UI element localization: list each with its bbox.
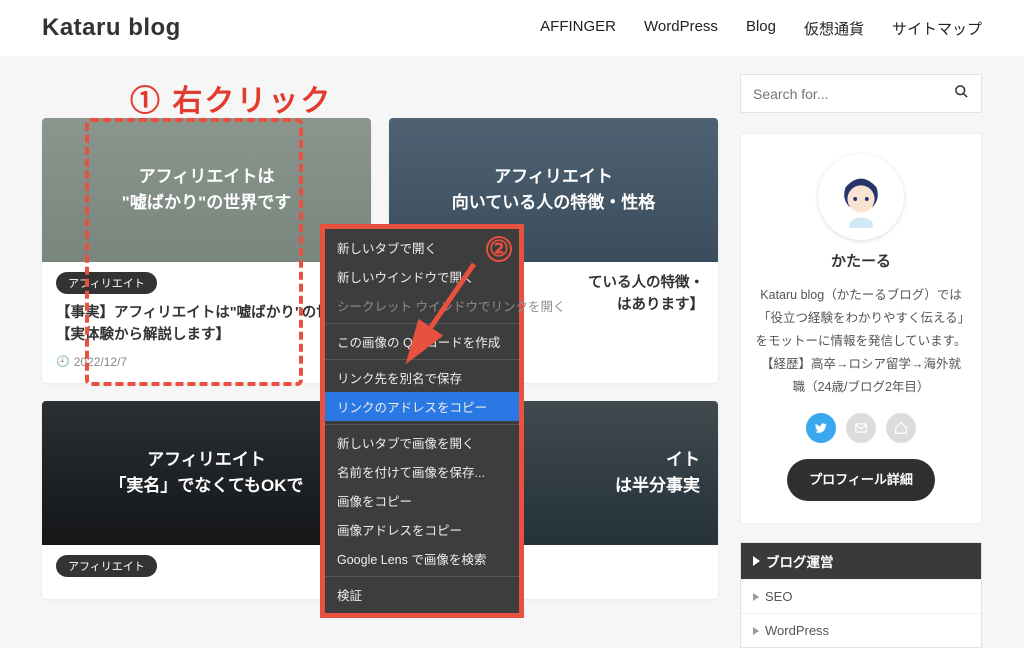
ctx-separator	[325, 424, 519, 425]
thumb-text: アフィリエイト	[147, 447, 266, 473]
profile-name: かたーる	[755, 248, 967, 276]
profile-bio: Kataru blog（かたーるブログ）では「役立つ経験をわかりやすく伝える」を…	[755, 284, 967, 400]
post-title-frag: はあります】	[617, 297, 704, 313]
search-icon[interactable]	[954, 84, 969, 103]
main-nav: AFFINGER WordPress Blog 仮想通貨 サイトマップ	[540, 18, 982, 39]
ctx-inspect[interactable]: 検証	[325, 580, 519, 609]
ctx-copy-link-address[interactable]: リンクのアドレスをコピー	[325, 392, 519, 421]
nav-item-affinger[interactable]: AFFINGER	[540, 18, 616, 39]
nav-item-sitemap[interactable]: サイトマップ	[892, 18, 982, 39]
post-title-frag: ている人の特徴・	[588, 275, 704, 291]
ctx-open-new-window[interactable]: 新しいウインドウで開く	[325, 262, 519, 291]
ctx-open-image-tab[interactable]: 新しいタブで画像を開く	[325, 428, 519, 457]
ctx-separator	[325, 576, 519, 577]
ctx-qr-code[interactable]: この画像の QR コードを作成	[325, 327, 519, 356]
thumb-text: 「実名」でなくてもOKで	[109, 473, 303, 499]
annotation-step2: ②	[486, 236, 512, 262]
category-header[interactable]: ブログ運営	[741, 543, 981, 579]
home-icon[interactable]	[886, 413, 916, 443]
category-widget: ブログ運営 SEO WordPress	[740, 542, 982, 648]
ctx-save-link-as[interactable]: リンク先を別名で保存	[325, 363, 519, 392]
thumb-text: アフィリエイト	[494, 164, 613, 190]
nav-item-wordpress[interactable]: WordPress	[644, 18, 718, 39]
social-links	[755, 413, 967, 443]
category-item-seo[interactable]: SEO	[741, 579, 981, 613]
search-box[interactable]	[740, 74, 982, 113]
nav-item-crypto[interactable]: 仮想通貨	[804, 18, 864, 39]
site-logo[interactable]: Kataru blog	[42, 14, 181, 42]
post-date: 2022/12/7	[56, 355, 357, 369]
mail-icon[interactable]	[846, 413, 876, 443]
avatar	[818, 154, 904, 240]
profile-detail-button[interactable]: プロフィール詳細	[787, 459, 935, 501]
annotation-step1: ① 右クリック	[130, 76, 332, 120]
ctx-open-incognito: シークレット ウインドウでリンクを開く	[325, 291, 519, 320]
category-item-wordpress[interactable]: WordPress	[741, 613, 981, 647]
nav-item-blog[interactable]: Blog	[746, 18, 776, 39]
twitter-icon[interactable]	[806, 413, 836, 443]
post-tag[interactable]: アフィリエイト	[56, 555, 157, 577]
thumb-text: アフィリエイトは	[139, 164, 275, 190]
profile-card: かたーる Kataru blog（かたーるブログ）では「役立つ経験をわかりやすく…	[740, 133, 982, 524]
search-input[interactable]	[753, 86, 954, 102]
sidebar: かたーる Kataru blog（かたーるブログ）では「役立つ経験をわかりやすく…	[740, 74, 982, 648]
context-menu: ② 新しいタブで開く 新しいウインドウで開く シークレット ウインドウでリンクを…	[320, 224, 524, 618]
thumb-text: 向いている人の特徴・性格	[452, 190, 656, 216]
post-title: 【事実】アフィリエイトは"嘘ばかり"の世界【実体験から解説します】	[56, 302, 357, 347]
thumb-text: イト	[666, 447, 700, 473]
site-header: Kataru blog AFFINGER WordPress Blog 仮想通貨…	[0, 0, 1024, 56]
ctx-copy-image[interactable]: 画像をコピー	[325, 486, 519, 515]
thumb-text: は半分事実	[615, 473, 700, 499]
ctx-save-image-as[interactable]: 名前を付けて画像を保存...	[325, 457, 519, 486]
ctx-copy-image-address[interactable]: 画像アドレスをコピー	[325, 515, 519, 544]
post-tag[interactable]: アフィリエイト	[56, 272, 157, 294]
ctx-separator	[325, 323, 519, 324]
thumb-text: "嘘ばかり"の世界です	[122, 190, 291, 216]
ctx-separator	[325, 359, 519, 360]
ctx-google-lens[interactable]: Google Lens で画像を検索	[325, 544, 519, 573]
